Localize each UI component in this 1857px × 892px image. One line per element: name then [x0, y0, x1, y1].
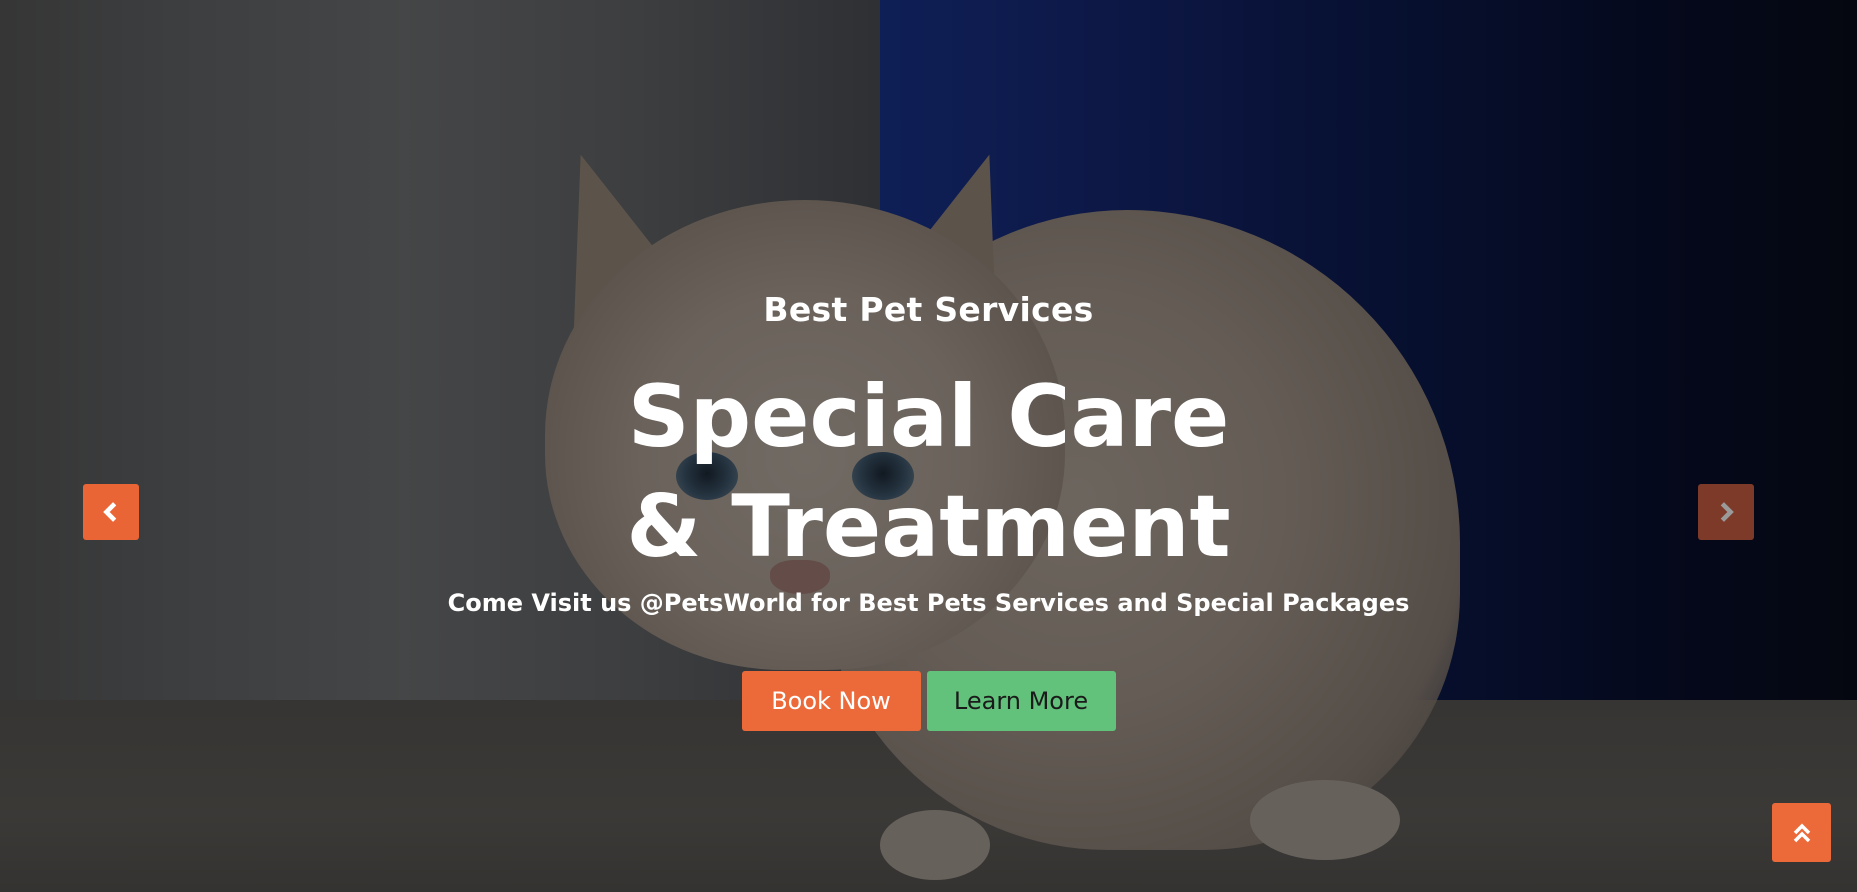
- hero-title-text: Special Care & Treatment: [626, 367, 1231, 577]
- carousel-next-button[interactable]: [1698, 484, 1754, 540]
- carousel-prev-button[interactable]: [83, 484, 139, 540]
- hero-subtitle: Best Pet Services: [763, 290, 1094, 329]
- learn-more-button[interactable]: Learn More: [926, 671, 1116, 731]
- hero-content: Best Pet Services Special Care & Treatme…: [0, 0, 1857, 892]
- double-chevron-up-icon: [1793, 823, 1810, 842]
- hero-carousel: Best Pet Services Special Care & Treatme…: [0, 0, 1857, 892]
- chevron-right-icon: [1720, 502, 1734, 522]
- hero-description: Come Visit us @PetsWorld for Best Pets S…: [447, 589, 1410, 617]
- hero-title: Special Care & Treatment: [0, 362, 1857, 582]
- chevron-left-icon: [103, 502, 117, 522]
- hero-button-group: Book Now Learn More: [0, 671, 1857, 731]
- back-to-top-button[interactable]: [1772, 803, 1831, 862]
- book-now-button[interactable]: Book Now: [741, 671, 921, 731]
